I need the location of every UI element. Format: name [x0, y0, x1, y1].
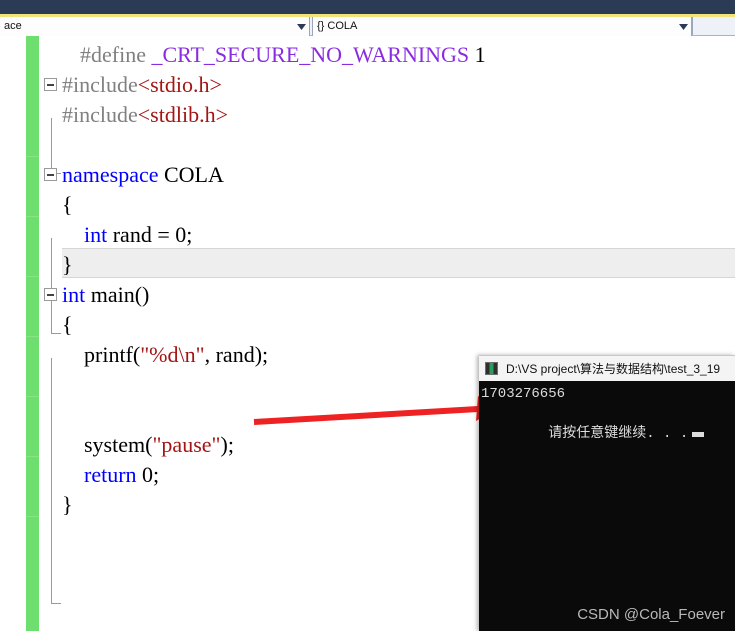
code-line: }: [62, 250, 73, 280]
navbar-filler: [692, 17, 735, 35]
code-token: namespace: [62, 162, 159, 187]
code-token: "%d\n": [140, 342, 205, 367]
current-line-highlight: [62, 248, 735, 278]
console-title-text: D:\VS project\算法与数据结构\test_3_19: [506, 362, 721, 376]
console-output-line-2: 请按任意键继续. . .: [481, 404, 735, 464]
code-token: #define: [80, 42, 152, 67]
outline-guide-main-foot: [51, 603, 61, 604]
navigation-bar: ace {} COLA: [0, 17, 735, 36]
console-output-line-1: 1703276656: [481, 386, 566, 402]
code-token: }: [62, 252, 73, 277]
code-token: #include: [62, 72, 138, 97]
code-token: int: [62, 222, 108, 247]
chevron-down-icon[interactable]: [675, 23, 691, 30]
code-token: <stdio.h>: [137, 72, 222, 97]
code-line: #include<stdlib.h>: [62, 100, 228, 130]
code-token: {: [62, 312, 73, 337]
code-token: #include: [62, 102, 138, 127]
code-line: system("pause");: [62, 430, 234, 460]
block-cursor-icon: [692, 432, 705, 437]
code-token: rand = 0;: [107, 222, 193, 247]
console-output-area[interactable]: 1703276656 请按任意键继续. . . CSDN @Cola_Foeve…: [479, 381, 735, 631]
code-token: return: [62, 462, 137, 487]
scope-dropdown-value: ace: [4, 20, 22, 32]
member-dropdown[interactable]: {} COLA: [312, 17, 692, 36]
window-header-bar: [0, 0, 735, 14]
code-token: , rand);: [204, 342, 269, 367]
code-token: system(: [62, 432, 153, 457]
code-token: }: [62, 492, 73, 517]
code-token: {: [62, 192, 73, 217]
outlining-collapse-button[interactable]: [44, 78, 57, 91]
code-token: main(): [85, 282, 150, 307]
code-token: int: [62, 282, 86, 307]
code-line: }: [62, 490, 73, 520]
code-token: 1: [469, 42, 486, 67]
console-window-icon: [485, 362, 498, 375]
console-window[interactable]: D:\VS project\算法与数据结构\test_3_19 17032766…: [479, 355, 735, 631]
code-line: #define _CRT_SECURE_NO_WARNINGS 1: [80, 40, 486, 70]
console-title-bar[interactable]: D:\VS project\算法与数据结构\test_3_19: [479, 355, 735, 381]
console-output-line-2-text: 请按任意键继续. . .: [548, 426, 689, 442]
outlining-collapse-button[interactable]: [44, 168, 57, 181]
member-dropdown-value: {} COLA: [317, 20, 358, 32]
code-line: int rand = 0;: [62, 220, 192, 250]
outline-guide-include: [51, 118, 52, 173]
watermark-text: CSDN @Cola_Foever: [577, 606, 725, 623]
code-line: {: [62, 190, 73, 220]
code-token: 0;: [136, 462, 160, 487]
code-line: namespace COLA: [62, 160, 224, 190]
code-token: COLA: [158, 162, 224, 187]
outlining-collapse-button[interactable]: [44, 288, 57, 301]
code-token: printf(: [62, 342, 141, 367]
outline-guide-main: [51, 358, 52, 603]
code-token: <stdlib.h>: [137, 102, 228, 127]
code-token: "pause": [152, 432, 221, 457]
vs-editor-screenshot: ace {} COLA #define _CRT_SECURE_NO_WARNI…: [0, 0, 735, 631]
chevron-down-icon[interactable]: [293, 23, 309, 30]
code-line: printf("%d\n", rand);: [62, 340, 268, 370]
gutter-edge: [39, 36, 40, 631]
code-line: #include<stdio.h>: [62, 70, 222, 100]
code-token: );: [220, 432, 234, 457]
code-line: return 0;: [62, 460, 159, 490]
code-line: int main(): [62, 280, 149, 310]
changed-lines-margin: [26, 36, 39, 631]
outline-guide-namespace: [51, 238, 52, 333]
code-token: _CRT_SECURE_NO_WARNINGS: [151, 42, 470, 67]
outline-guide-namespace-foot: [51, 333, 61, 334]
code-line: {: [62, 310, 73, 340]
scope-dropdown[interactable]: ace: [0, 17, 310, 36]
